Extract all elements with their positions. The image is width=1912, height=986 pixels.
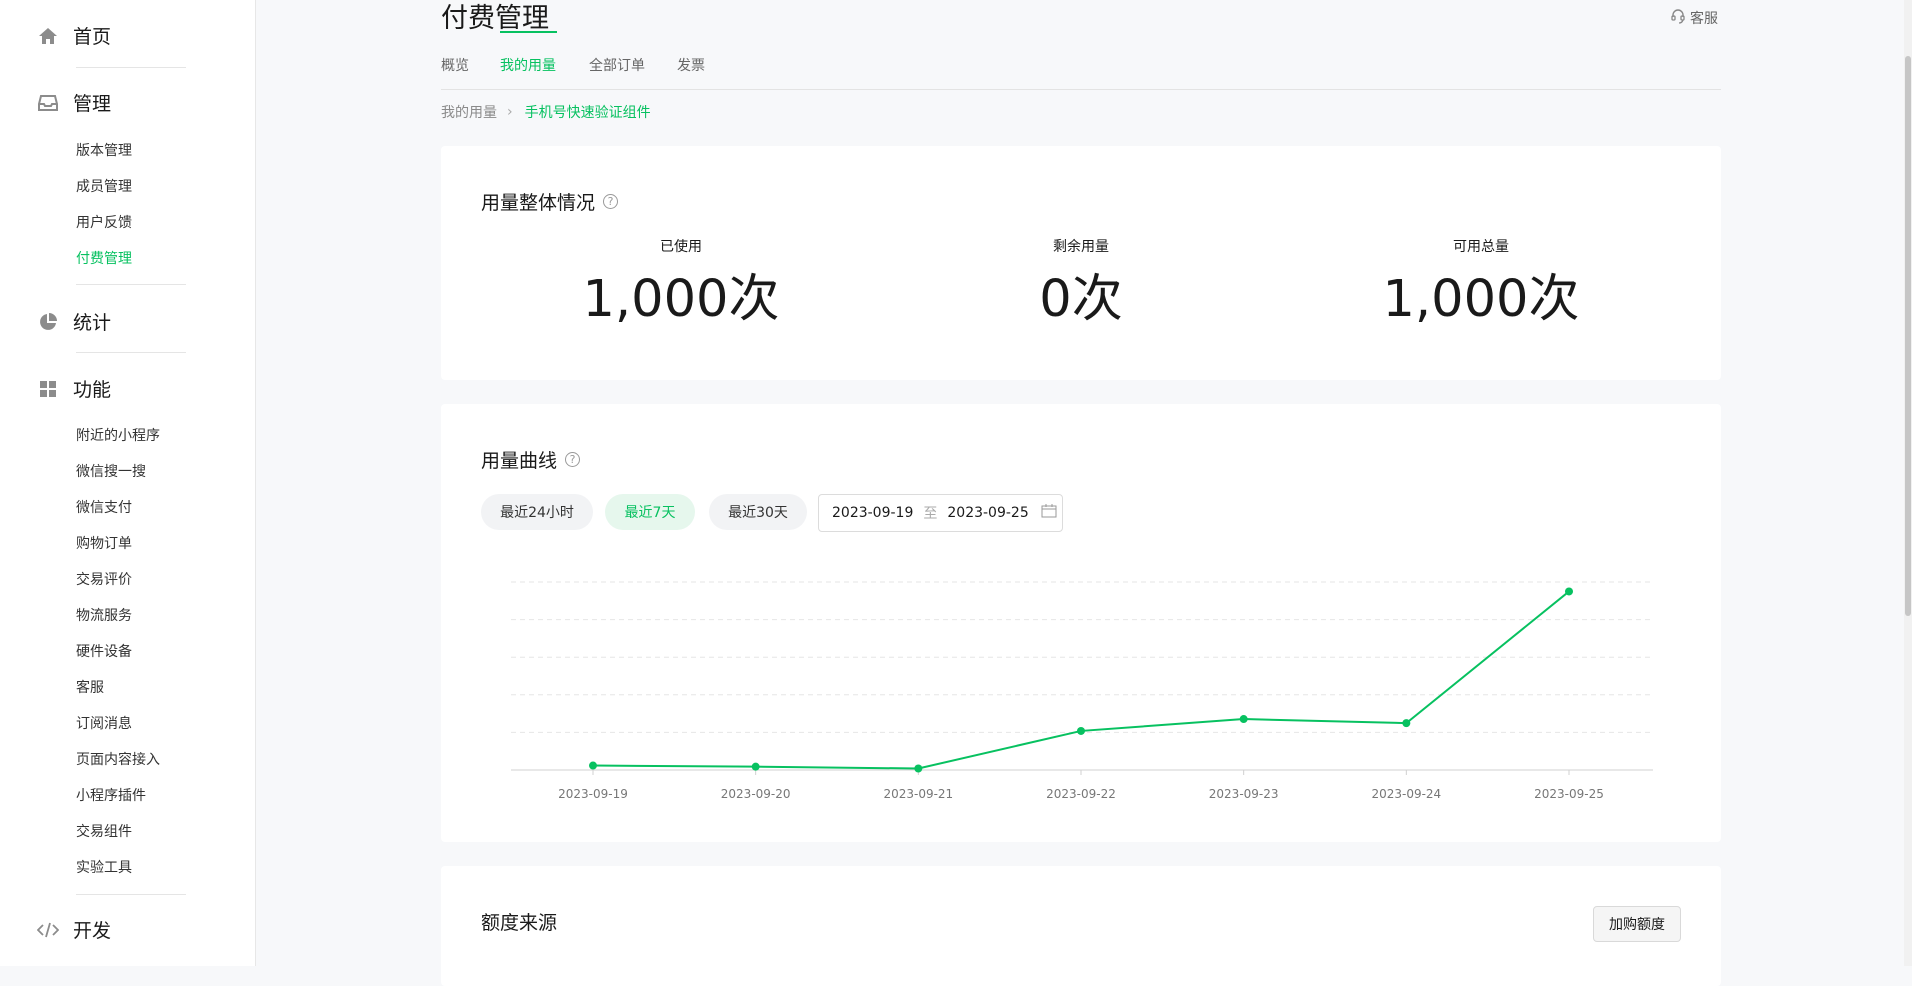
- stat-label: 已使用: [660, 239, 702, 255]
- sidebar-item-content[interactable]: 页面内容接入: [76, 751, 160, 769]
- divider: [76, 67, 186, 68]
- stat-value: 1,000次: [1382, 270, 1580, 329]
- sidebar-item-label: 管理: [73, 93, 112, 115]
- sidebar-item-stats[interactable]: 统计: [37, 308, 187, 335]
- scrollbar[interactable]: [1904, 0, 1912, 966]
- x-tick-label: 2023-09-20: [721, 787, 791, 801]
- data-point: [1402, 719, 1411, 728]
- sidebar-item-features[interactable]: 功能: [37, 375, 187, 402]
- scrollbar-thumb[interactable]: [1905, 56, 1911, 616]
- sidebar-item-subscribe[interactable]: 订阅消息: [76, 715, 132, 733]
- code-icon: [37, 919, 59, 941]
- data-point: [751, 762, 760, 771]
- sidebar-item-version[interactable]: 版本管理: [76, 142, 132, 160]
- sidebar-item-label: 功能: [73, 379, 112, 401]
- card-title-text: 用量整体情况: [481, 192, 596, 214]
- inbox-icon: [37, 92, 59, 114]
- sidebar-item-customer-service[interactable]: 客服: [76, 679, 104, 697]
- tab-all-orders[interactable]: 全部订单: [589, 56, 645, 76]
- help-icon[interactable]: ?: [603, 194, 619, 209]
- active-tab-indicator: [500, 31, 557, 33]
- usage-overview-card: 用量整体情况 ? 已使用 1,000次 剩余用量 0次 可用总量 1,000次: [441, 146, 1721, 380]
- x-tick-label: 2023-09-23: [1209, 787, 1279, 801]
- sidebar-item-experiment[interactable]: 实验工具: [76, 859, 132, 877]
- sidebar-item-trade-component[interactable]: 交易组件: [76, 823, 132, 841]
- headset-icon: [1670, 8, 1686, 28]
- x-tick-label: 2023-09-24: [1371, 787, 1441, 801]
- tab-bar: 概览 我的用量 全部订单 发票: [441, 56, 1721, 90]
- quota-source-card: 额度来源 加购额度: [441, 866, 1721, 986]
- sidebar-item-feedback[interactable]: 用户反馈: [76, 214, 132, 232]
- card-title: 用量整体情况 ?: [481, 188, 619, 215]
- home-icon: [37, 25, 59, 47]
- grid-icon: [37, 378, 59, 400]
- sidebar-item-reviews[interactable]: 交易评价: [76, 571, 132, 589]
- stat-value: 1,000次: [582, 270, 780, 329]
- stat-value: 0次: [1039, 270, 1123, 329]
- breadcrumb: 我的用量 › 手机号快速验证组件: [441, 102, 651, 122]
- tab-invoice[interactable]: 发票: [677, 56, 705, 76]
- chevron-right-icon: ›: [507, 104, 513, 120]
- sidebar-item-manage[interactable]: 管理: [37, 89, 187, 116]
- x-tick-label: 2023-09-25: [1534, 787, 1604, 801]
- sidebar-item-label: 首页: [73, 26, 112, 48]
- sidebar-item-hardware[interactable]: 硬件设备: [76, 643, 132, 661]
- data-point: [1239, 715, 1248, 724]
- card-title: 额度来源: [481, 912, 558, 934]
- usage-line-chart: 2023-09-19 2023-09-20 2023-09-21 2023-09-22…: [511, 581, 1653, 801]
- x-tick-label: 2023-09-19: [558, 787, 628, 801]
- sidebar-item-plugins[interactable]: 小程序插件: [76, 787, 146, 805]
- x-tick-label: 2023-09-21: [883, 787, 953, 801]
- stat-label: 剩余用量: [1053, 239, 1109, 255]
- sidebar-item-label: 开发: [73, 920, 112, 942]
- usage-curve-card: 用量曲线 ? 最近24小时 最近7天 最近30天 2023-09-19 至 20…: [441, 404, 1721, 842]
- data-point: [1565, 587, 1573, 596]
- breadcrumb-parent[interactable]: 我的用量: [441, 102, 497, 122]
- customer-service-link[interactable]: 客服: [1670, 8, 1718, 28]
- buy-quota-button[interactable]: 加购额度: [1593, 906, 1681, 942]
- sidebar-item-members[interactable]: 成员管理: [76, 178, 132, 196]
- sidebar-item-nearby[interactable]: 附近的小程序: [76, 427, 160, 445]
- divider: [76, 284, 186, 285]
- divider: [76, 894, 186, 895]
- data-point: [1077, 726, 1085, 735]
- sidebar-item-orders[interactable]: 购物订单: [76, 535, 132, 553]
- breadcrumb-current: 手机号快速验证组件: [524, 105, 651, 121]
- sidebar-item-pay[interactable]: 微信支付: [76, 499, 132, 517]
- sidebar-item-billing[interactable]: 付费管理: [76, 250, 132, 268]
- series-line: [592, 590, 1570, 770]
- sidebar-item-label: 统计: [73, 312, 112, 334]
- sidebar: 首页 管理 版本管理 成员管理 用户反馈 付费管理 统计 功能 附近的小程序 微…: [0, 0, 256, 966]
- tab-overview[interactable]: 概览: [441, 56, 469, 76]
- pie-chart-icon: [37, 311, 59, 333]
- stat-remaining: 剩余用量 0次: [881, 236, 1281, 332]
- tab-my-usage[interactable]: 我的用量: [500, 56, 556, 76]
- stat-used: 已使用 1,000次: [481, 236, 881, 332]
- stat-total: 可用总量 1,000次: [1281, 236, 1681, 332]
- sidebar-item-dev[interactable]: 开发: [37, 916, 187, 943]
- stat-label: 可用总量: [1453, 239, 1509, 255]
- sidebar-item-logistics[interactable]: 物流服务: [76, 607, 132, 625]
- sidebar-item-home[interactable]: 首页: [37, 22, 187, 49]
- sidebar-item-search[interactable]: 微信搜一搜: [76, 463, 146, 481]
- data-point: [914, 764, 923, 773]
- data-point: [589, 761, 597, 770]
- divider: [76, 352, 186, 353]
- x-tick-label: 2023-09-22: [1046, 787, 1116, 801]
- customer-service-label: 客服: [1690, 11, 1718, 27]
